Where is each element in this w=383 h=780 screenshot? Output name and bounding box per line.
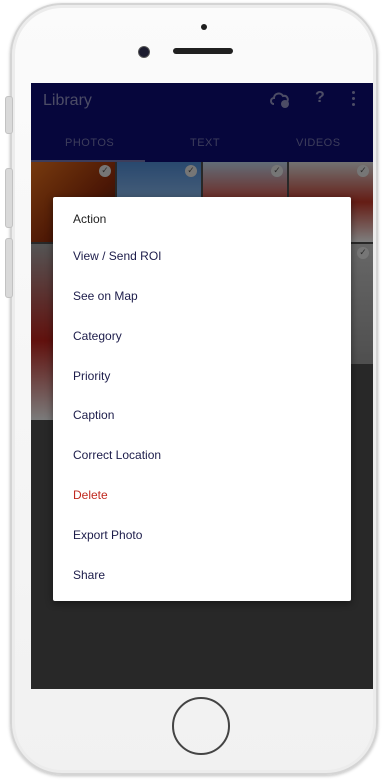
phone-mute-switch [5,96,13,134]
dialog-title: Action [73,212,107,226]
earpiece-speaker [173,48,233,54]
menu-item-view-send-roi[interactable]: View / Send ROI [73,249,162,263]
menu-item-priority[interactable]: Priority [73,369,110,383]
phone-volume-up-button [5,168,13,228]
phone-screen: Library ? PHOTOS TEXT VIDEOS ✓ ✓ ✓ ✓ ✓ A… [31,83,373,689]
menu-item-delete[interactable]: Delete [73,488,108,502]
home-button[interactable] [172,697,230,755]
front-camera [138,46,150,58]
menu-item-category[interactable]: Category [73,329,122,343]
menu-item-share[interactable]: Share [73,568,105,582]
menu-item-see-on-map[interactable]: See on Map [73,289,138,303]
phone-volume-down-button [5,238,13,298]
menu-item-caption[interactable]: Caption [73,408,114,422]
menu-item-correct-location[interactable]: Correct Location [73,448,161,462]
action-dialog: Action View / Send ROI See on Map Catego… [53,197,351,601]
menu-item-export-photo[interactable]: Export Photo [73,528,142,542]
proximity-sensor [201,24,207,30]
